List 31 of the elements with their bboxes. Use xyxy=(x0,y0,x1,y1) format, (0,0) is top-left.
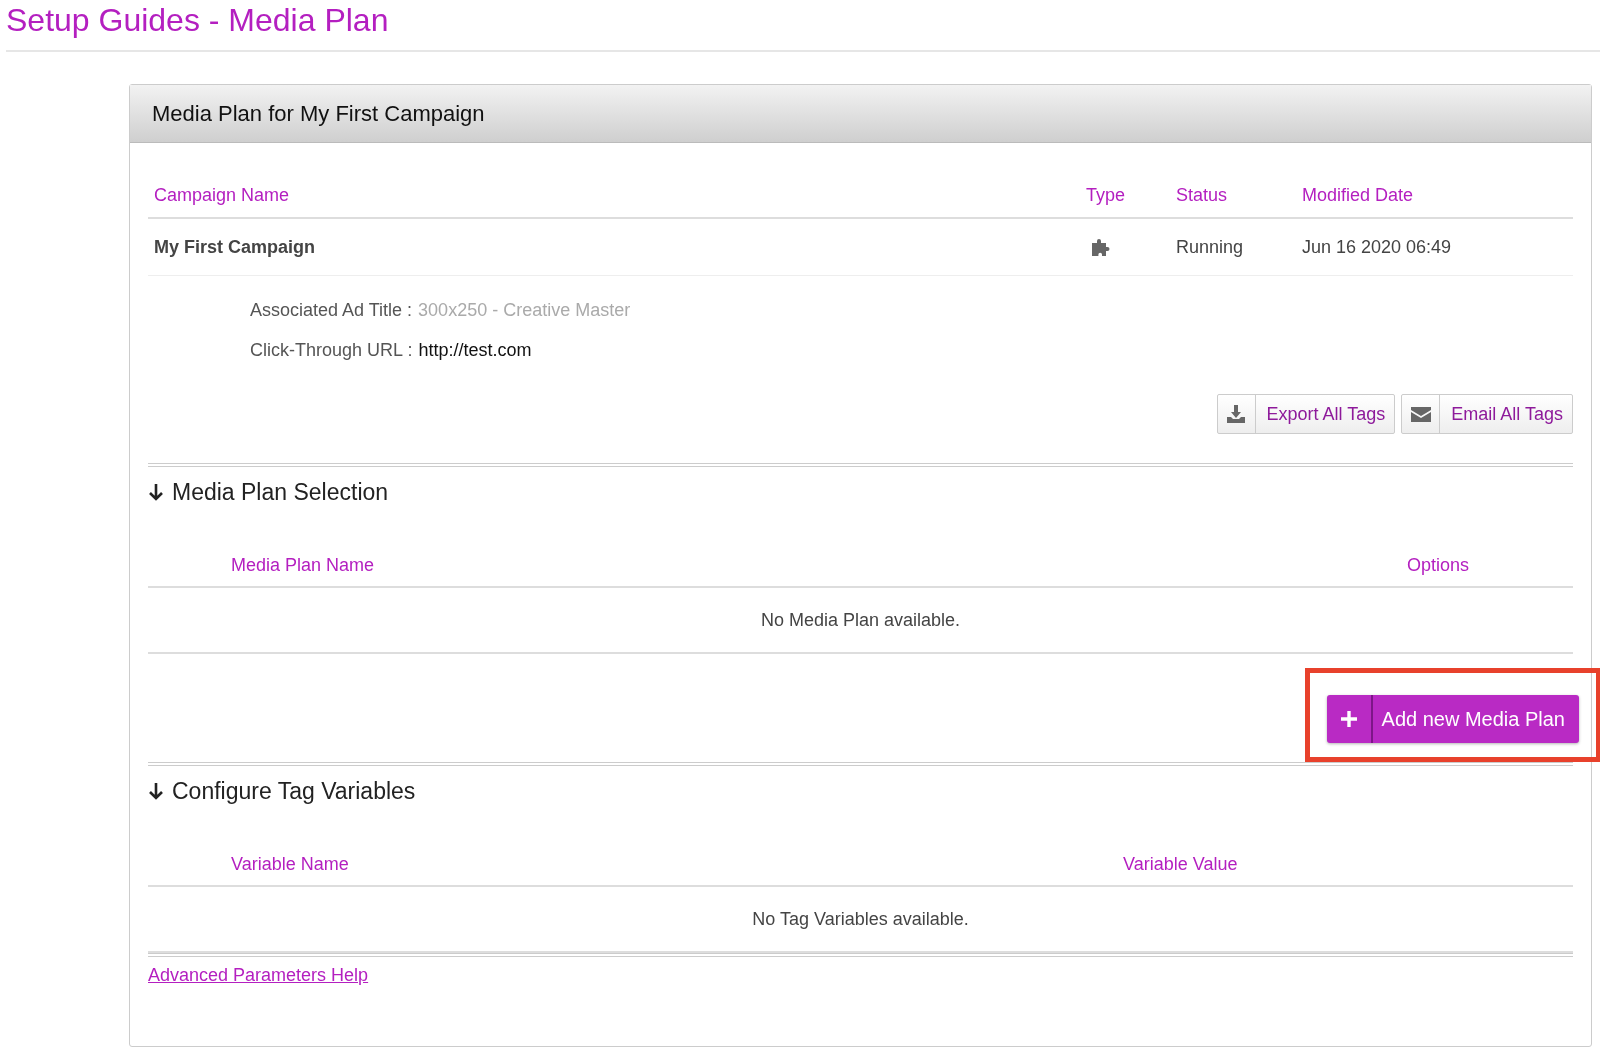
campaign-name: My First Campaign xyxy=(154,236,317,258)
tag-button[interactable]: Email All Tags xyxy=(1401,394,1573,434)
status-cell-text: Running xyxy=(1176,236,1245,258)
column-header: Variable Name xyxy=(231,854,350,875)
column-header: Status xyxy=(1176,184,1229,206)
down-arrow-icon[interactable] xyxy=(148,483,164,501)
column-header: Variable Value xyxy=(1123,854,1239,875)
detail-value: http://test.com xyxy=(418,339,532,361)
column-header: Options xyxy=(1406,555,1469,576)
tag-button[interactable]: Export All Tags xyxy=(1216,394,1396,434)
plus-icon xyxy=(1339,710,1358,728)
column-header: Type xyxy=(1086,184,1127,206)
empty-message: No Tag Variables available. xyxy=(752,908,969,930)
section-heading[interactable]: Configure Tag Variables xyxy=(172,777,416,805)
date-cell-text: Jun 16 2020 06:49 xyxy=(1302,236,1453,258)
puzzle-icon xyxy=(1090,237,1112,257)
column-header: Media Plan Name xyxy=(231,555,376,576)
envelope-icon xyxy=(1410,406,1431,422)
page-title: Setup Guides - Media Plan xyxy=(6,0,1600,52)
column-header: Campaign Name xyxy=(154,184,291,206)
column-header: Modified Date xyxy=(1302,184,1415,206)
empty-message: No Media Plan available. xyxy=(760,609,961,631)
panel-title: Media Plan for My First Campaign xyxy=(152,100,485,127)
detail-label: Associated Ad Title : xyxy=(250,299,413,321)
add-media-plan-button[interactable]: Add new Media Plan xyxy=(1326,695,1579,743)
down-arrow-icon[interactable] xyxy=(148,782,164,800)
detail-value: 300x250 - Creative Master xyxy=(418,299,631,321)
section-heading[interactable]: Media Plan Selection xyxy=(172,478,389,506)
help-link[interactable]: Advanced Parameters Help xyxy=(148,965,369,986)
detail-label: Click-Through URL : xyxy=(250,339,413,361)
download-icon xyxy=(1226,404,1247,424)
